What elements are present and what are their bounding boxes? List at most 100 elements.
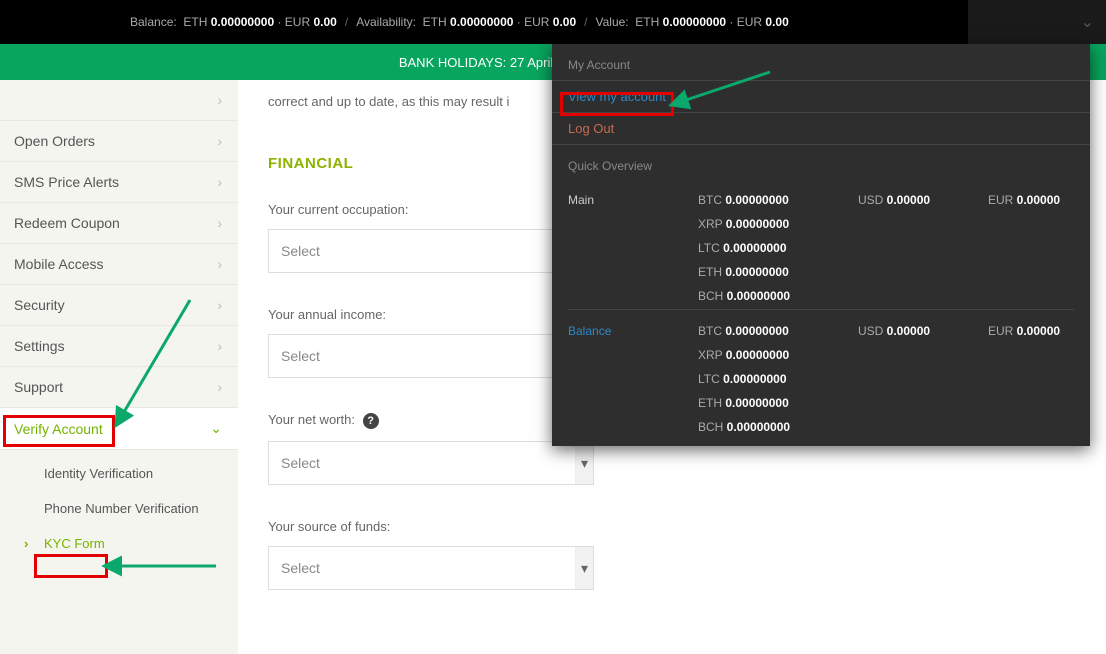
overview-usd-value (858, 217, 988, 231)
select-value: Select (281, 455, 320, 471)
overview-coin-value: XRP 0.00000000 (698, 217, 858, 231)
overview-coin-value: BCH 0.00000000 (698, 420, 858, 434)
overview-usd-value (858, 372, 988, 386)
sidebar-item-mobile-access[interactable]: Mobile Access › (0, 244, 238, 285)
sidebar-sub-kyc-form[interactable]: KYC Form (0, 526, 238, 561)
overview-eur-value: EUR 0.00000 (988, 324, 1098, 338)
account-dropdown-panel: My Account View my account Log Out Quick… (552, 44, 1090, 446)
select-funds[interactable]: Select ▾ (268, 546, 594, 590)
chevron-right-icon: › (217, 133, 222, 149)
chevron-right-icon: › (217, 174, 222, 190)
value-label: Value: (595, 15, 628, 29)
overview-group-label (568, 241, 698, 255)
overview-group-label[interactable]: Balance (568, 324, 698, 338)
sidebar-item-label: Redeem Coupon (14, 215, 120, 231)
sidebar-item-support[interactable]: Support› (0, 367, 238, 408)
separator: / (584, 15, 587, 29)
chevron-down-icon: ⌄ (1081, 12, 1094, 32)
balance-label: Balance: (130, 15, 177, 29)
overview-coin-value: XRP 0.00000000 (698, 348, 858, 362)
field-label: Your source of funds: (268, 519, 1076, 534)
sidebar-item-redeem-coupon[interactable]: Redeem Coupon › (0, 203, 238, 244)
dropdown-arrow-icon: ▾ (575, 442, 593, 484)
overview-eur-value (988, 265, 1098, 279)
overview-group-label (568, 289, 698, 303)
balance-eur-label: EUR (285, 15, 310, 29)
sidebar-subitems: Identity Verification Phone Number Verif… (0, 450, 238, 571)
sidebar-item-sms-price-alerts[interactable]: SMS Price Alerts › (0, 162, 238, 203)
sidebar-sub-label: Phone Number Verification (44, 501, 199, 516)
separator: / (345, 15, 348, 29)
sidebar-item-label: Settings (14, 338, 65, 354)
sidebar-item-label: Mobile Access (14, 256, 103, 272)
overview-eur-value: EUR 0.00000 (988, 193, 1098, 207)
field-funds: Your source of funds: Select ▾ (268, 519, 1076, 590)
avail-eth-value: 0.00000000 (450, 15, 513, 29)
sidebar-item-open-orders[interactable]: Open Orders › (0, 121, 238, 162)
overview-group-label (568, 217, 698, 231)
overview-group-label[interactable] (568, 348, 698, 362)
overview-coin-value: BTC 0.00000000 (698, 324, 858, 338)
overview-usd-value: USD 0.00000 (858, 324, 988, 338)
link-view-my-account[interactable]: View my account (552, 80, 1090, 112)
avail-eur-value: 0.00 (553, 15, 576, 29)
balance-eth-label: ETH (183, 15, 207, 29)
chevron-right-icon: › (217, 256, 222, 272)
overview-eur-value (988, 217, 1098, 231)
dropdown-section-quick-overview: Quick Overview (552, 144, 1090, 181)
overview-eur-value (988, 420, 1098, 434)
overview-eur-value (988, 396, 1098, 410)
sidebar-item-verify-account[interactable]: Verify Account ⌄ (0, 408, 238, 450)
overview-group-label: Main (568, 193, 698, 207)
overview-usd-value (858, 396, 988, 410)
sidebar-item-label: Security (14, 297, 65, 313)
sidebar-item-label: SMS Price Alerts (14, 174, 119, 190)
overview-usd-value (858, 289, 988, 303)
chevron-down-icon: ⌄ (210, 420, 222, 437)
top-balance-bar: Balance: ETH 0.00000000 · EUR 0.00 / Ava… (0, 0, 1106, 44)
sidebar-item-label: Support (14, 379, 63, 395)
chevron-right-icon: › (217, 338, 222, 354)
select-networth[interactable]: Select ▾ (268, 441, 594, 485)
avail-eur-label: EUR (524, 15, 549, 29)
value-eth-label: ETH (635, 15, 659, 29)
overview-usd-value (858, 265, 988, 279)
overview-group-label[interactable] (568, 420, 698, 434)
value-eur-label: EUR (737, 15, 762, 29)
account-toggle-wrap: ⌄ (968, 0, 1106, 44)
select-value: Select (281, 560, 320, 576)
overview-eur-value (988, 289, 1098, 303)
value-eth-value: 0.00000000 (663, 15, 726, 29)
help-icon[interactable]: ? (363, 413, 379, 429)
overview-coin-value: LTC 0.00000000 (698, 241, 858, 255)
sidebar-item-label: Open Orders (14, 133, 95, 149)
sidebar-item-settings[interactable]: Settings › (0, 326, 238, 367)
chevron-right-icon: › (217, 215, 222, 231)
dropdown-section-my-account: My Account (552, 44, 1090, 80)
chevron-right-icon: › (217, 297, 222, 313)
overview-usd-value (858, 420, 988, 434)
overview-group-label[interactable] (568, 396, 698, 410)
overview-group-label[interactable] (568, 372, 698, 386)
quick-overview-table: MainBTC 0.00000000USD 0.00000EUR 0.00000… (552, 181, 1090, 446)
select-occupation[interactable]: Select ▾ (268, 229, 594, 273)
select-value: Select (281, 348, 320, 364)
overview-usd-value (858, 241, 988, 255)
sidebar-sub-phone-verification[interactable]: Phone Number Verification (0, 491, 238, 526)
overview-coin-value: BTC 0.00000000 (698, 193, 858, 207)
select-value: Select (281, 243, 320, 259)
sidebar-item-security[interactable]: Security › (0, 285, 238, 326)
sidebar-sub-identity-verification[interactable]: Identity Verification (0, 456, 238, 491)
account-dropdown-toggle[interactable] (1045, 13, 1081, 31)
overview-group-label (568, 265, 698, 279)
select-income[interactable]: Select ▾ (268, 334, 594, 378)
chevron-right-icon: › (217, 92, 222, 108)
overview-usd-value: USD 0.00000 (858, 193, 988, 207)
sidebar: › Open Orders › SMS Price Alerts › Redeem … (0, 80, 238, 654)
balance-eur-value: 0.00 (313, 15, 336, 29)
link-log-out[interactable]: Log Out (552, 112, 1090, 144)
sidebar-item-label: Verify Account (14, 421, 103, 437)
overview-coin-value: BCH 0.00000000 (698, 289, 858, 303)
sidebar-item-blank[interactable]: › (0, 80, 238, 121)
availability-label: Availability: (356, 15, 416, 29)
